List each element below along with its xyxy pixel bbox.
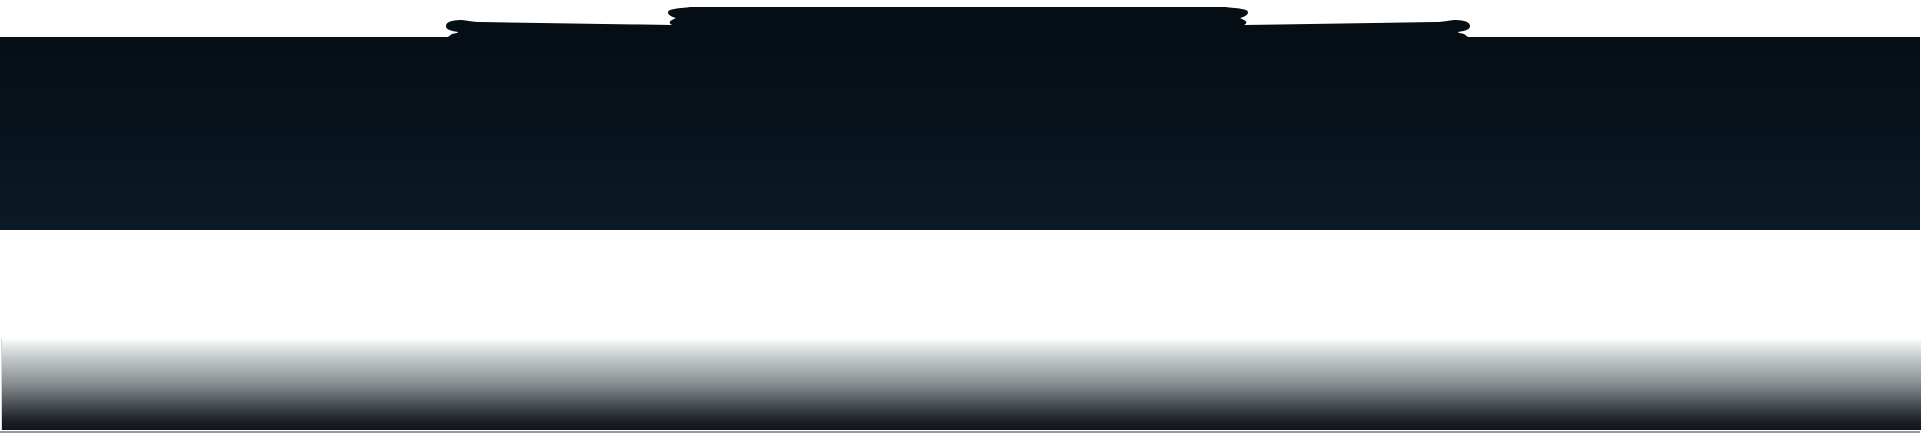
header-band <box>0 37 1920 230</box>
header-ornament <box>446 7 1470 40</box>
footer-rule <box>0 431 1920 433</box>
page <box>0 0 1921 435</box>
footer-band <box>1 338 1921 430</box>
content-area <box>0 230 1920 340</box>
